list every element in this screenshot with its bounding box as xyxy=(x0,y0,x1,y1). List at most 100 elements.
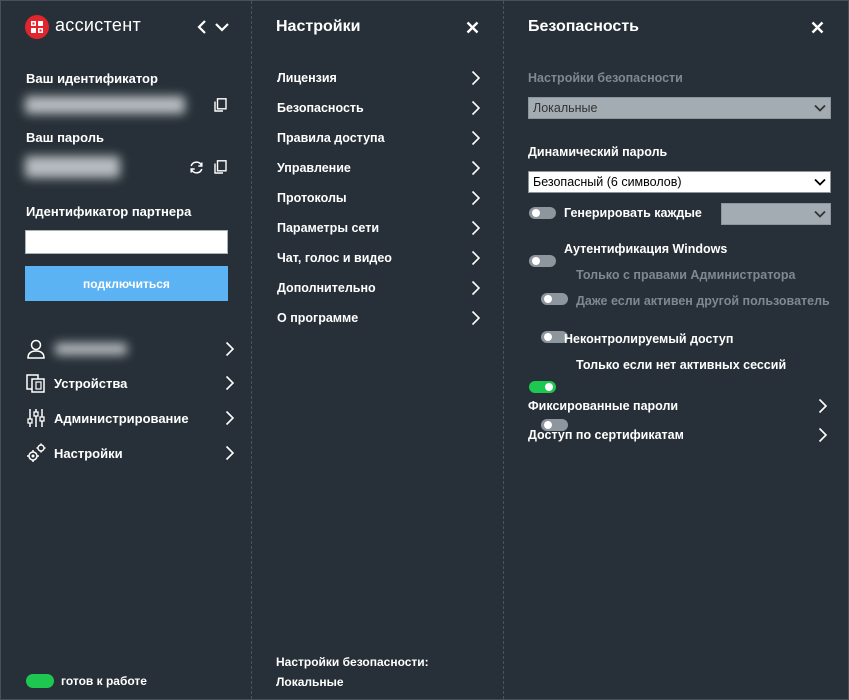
settings-item-label: О программе xyxy=(277,311,359,325)
chevron-right-icon xyxy=(471,190,481,206)
app-window: ассистент Ваш идентификатор Ваш пароль И… xyxy=(0,0,849,700)
user-icon xyxy=(25,338,47,360)
toggle-knob xyxy=(545,383,553,391)
settings-item-about[interactable]: О программе xyxy=(277,307,481,329)
generate-every-label: Генерировать каждые xyxy=(564,206,702,220)
dynamic-password-value: Безопасный (6 символов) xyxy=(533,175,682,189)
chevron-right-icon xyxy=(471,70,481,86)
chevron-right-icon xyxy=(471,160,481,176)
no-active-sessions-label: Только если нет активных сессий xyxy=(576,358,787,372)
settings-item-protocols[interactable]: Протоколы xyxy=(277,187,481,209)
generate-every-toggle[interactable] xyxy=(529,207,556,219)
nav-item-settings[interactable]: Настройки xyxy=(25,441,235,465)
status-indicator xyxy=(26,674,54,688)
security-settings-select[interactable]: Локальные xyxy=(528,97,831,119)
chevron-right-icon xyxy=(471,280,481,296)
status-text: готов к работе xyxy=(61,674,147,688)
devices-icon xyxy=(25,372,47,394)
toggle-knob xyxy=(532,209,540,217)
chevron-down-icon xyxy=(814,104,826,112)
user-name-blur xyxy=(55,343,127,355)
connect-button[interactable]: подключиться xyxy=(25,266,228,301)
sliders-icon xyxy=(25,407,47,429)
security-settings-value: Локальные xyxy=(533,101,598,115)
app-name: ассистент xyxy=(55,15,142,35)
chevron-right-icon xyxy=(471,310,481,326)
close-security-icon[interactable] xyxy=(811,21,824,34)
your-id-value xyxy=(25,96,185,114)
close-settings-icon[interactable] xyxy=(466,21,479,34)
other-user-label: Даже если активен другой пользователь xyxy=(576,294,830,308)
settings-item-label: Безопасность xyxy=(277,101,364,115)
chevron-down-icon[interactable] xyxy=(215,22,229,32)
app-logo-icon xyxy=(25,15,49,39)
settings-panel: Настройки Лицензия Безопасность Правила … xyxy=(252,1,504,699)
collapse-left-icon[interactable] xyxy=(197,20,207,34)
partner-id-input[interactable] xyxy=(25,230,228,254)
windows-auth-label: Аутентификация Windows xyxy=(564,242,728,256)
nav-item-devices-label: Устройства xyxy=(54,375,128,391)
fixed-passwords-label: Фиксированные пароли xyxy=(528,399,679,413)
chevron-right-icon xyxy=(818,427,828,443)
refresh-password-icon[interactable] xyxy=(189,160,204,175)
gears-icon xyxy=(25,442,47,464)
admin-only-label: Только с правами Администратора xyxy=(576,268,796,282)
chevron-right-icon xyxy=(818,398,828,414)
certificate-access-row[interactable]: Доступ по сертификатам xyxy=(528,424,828,446)
nav-item-user[interactable] xyxy=(25,337,235,361)
chevron-right-icon xyxy=(471,130,481,146)
chevron-right-icon xyxy=(225,375,235,391)
chevron-right-icon xyxy=(225,445,235,461)
nav-item-administration[interactable]: Администрирование xyxy=(25,406,235,430)
chevron-right-icon xyxy=(225,410,235,426)
settings-item-label: Лицензия xyxy=(277,71,337,85)
settings-item-access-rules[interactable]: Правила доступа xyxy=(277,127,481,149)
settings-item-label: Протоколы xyxy=(277,191,347,205)
generate-every-select[interactable] xyxy=(721,203,831,225)
security-title: Безопасность xyxy=(528,18,639,35)
admin-only-toggle[interactable] xyxy=(541,293,568,305)
settings-item-advanced[interactable]: Дополнительно xyxy=(277,277,481,299)
security-panel: Безопасность Настройки безопасности Лока… xyxy=(504,1,849,699)
toggle-knob xyxy=(544,333,552,341)
chevron-down-icon xyxy=(814,178,826,186)
main-panel: ассистент Ваш идентификатор Ваш пароль И… xyxy=(1,1,252,699)
certificate-access-label: Доступ по сертификатам xyxy=(528,428,684,442)
chevron-right-icon xyxy=(471,100,481,116)
uncontrolled-access-label: Неконтролируемый доступ xyxy=(564,332,734,346)
security-settings-footer-label: Настройки безопасности: xyxy=(276,655,429,669)
nav-item-settings-label: Настройки xyxy=(54,445,123,461)
settings-item-label: Дополнительно xyxy=(277,281,376,295)
your-password-label: Ваш пароль xyxy=(26,130,104,145)
settings-item-label: Управление xyxy=(277,161,351,175)
security-settings-label: Настройки безопасности xyxy=(528,71,683,85)
copy-id-icon[interactable] xyxy=(214,98,227,112)
settings-item-label: Правила доступа xyxy=(277,131,385,145)
windows-auth-toggle[interactable] xyxy=(529,255,556,267)
copy-password-icon[interactable] xyxy=(214,160,227,174)
settings-item-chat-voice-video[interactable]: Чат, голос и видео xyxy=(277,247,481,269)
settings-item-network[interactable]: Параметры сети xyxy=(277,217,481,239)
nav-item-devices[interactable]: Устройства xyxy=(25,371,235,395)
uncontrolled-access-toggle[interactable] xyxy=(529,381,556,393)
settings-item-license[interactable]: Лицензия xyxy=(277,67,481,89)
security-settings-footer-value: Локальные xyxy=(276,675,344,689)
toggle-knob xyxy=(544,295,552,303)
dynamic-password-label: Динамический пароль xyxy=(528,145,668,159)
chevron-right-icon xyxy=(225,341,235,357)
settings-item-label: Параметры сети xyxy=(277,221,380,235)
settings-item-security[interactable]: Безопасность xyxy=(277,97,481,119)
settings-item-label: Чат, голос и видео xyxy=(277,251,392,265)
your-password-value xyxy=(25,156,120,178)
chevron-down-icon xyxy=(814,210,826,218)
chevron-right-icon xyxy=(471,220,481,236)
chevron-right-icon xyxy=(471,250,481,266)
partner-id-label: Идентификатор партнера xyxy=(26,204,192,219)
your-id-label: Ваш идентификатор xyxy=(26,71,158,86)
dynamic-password-select[interactable]: Безопасный (6 символов) xyxy=(528,171,831,193)
nav-item-administration-label: Администрирование xyxy=(54,410,189,426)
toggle-knob xyxy=(532,257,540,265)
fixed-passwords-row[interactable]: Фиксированные пароли xyxy=(528,395,828,417)
settings-title: Настройки xyxy=(276,18,361,35)
settings-item-control[interactable]: Управление xyxy=(277,157,481,179)
